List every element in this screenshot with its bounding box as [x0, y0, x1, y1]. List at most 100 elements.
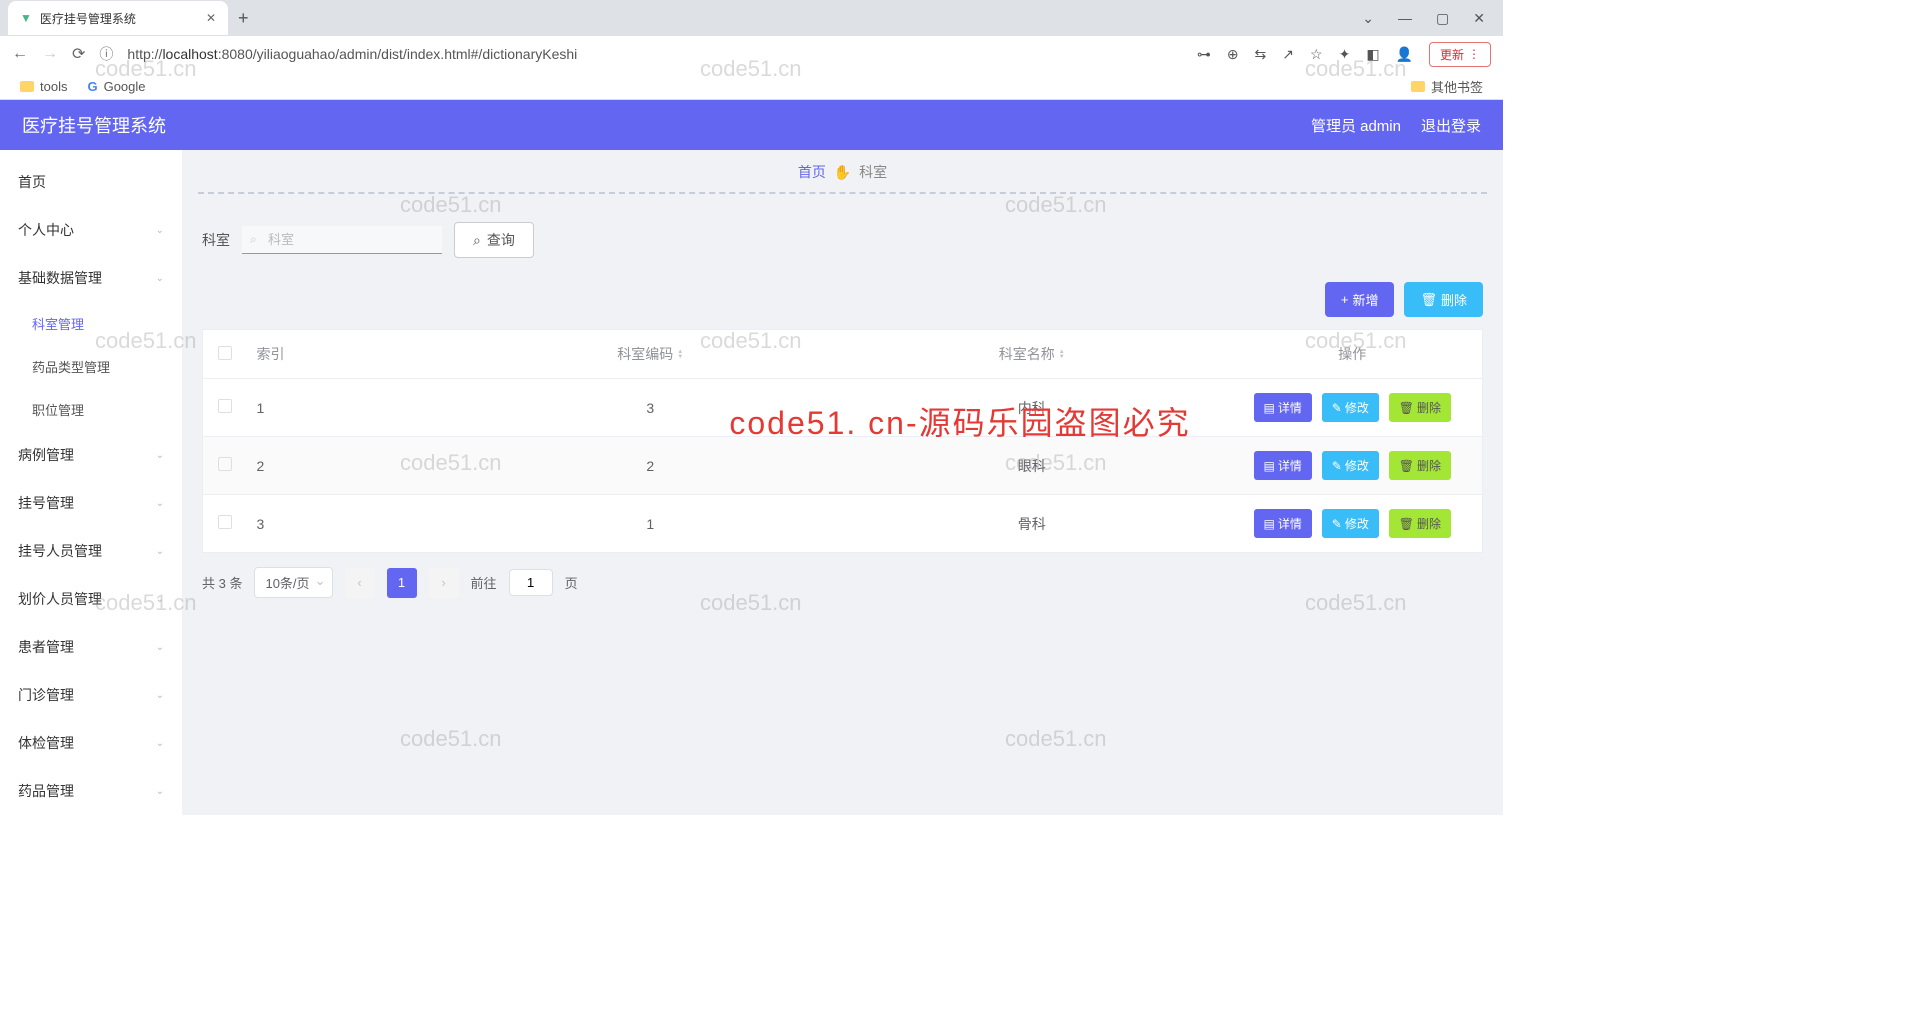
panel-icon[interactable]: ◧ [1366, 46, 1379, 63]
address-bar: ← → ⟳ ⓘ http://localhost:8080/yiliaoguah… [0, 36, 1503, 72]
col-name[interactable]: 科室名称▲▼ [841, 330, 1223, 379]
new-tab-button[interactable]: + [238, 8, 249, 29]
table-row: 1 3 内科 ▤详情 ✎修改 🗑删除 [203, 379, 1483, 437]
sidebar-item[interactable]: 体检管理⌄ [0, 719, 182, 767]
page-number-1[interactable]: 1 [387, 568, 417, 598]
edit-button[interactable]: ✎修改 [1322, 509, 1379, 538]
user-label[interactable]: 管理员 admin [1311, 115, 1401, 136]
row-checkbox[interactable] [218, 399, 232, 413]
chevron-down-icon: ⌄ [156, 498, 164, 509]
google-icon: G [87, 79, 97, 94]
logout-link[interactable]: 退出登录 [1421, 115, 1481, 136]
row-delete-button[interactable]: 🗑删除 [1389, 451, 1451, 480]
sidebar-item[interactable]: 药品管理⌄ [0, 767, 182, 815]
cell-code: 3 [460, 379, 841, 437]
sidebar-item[interactable]: 首页 [0, 158, 182, 206]
profile-icon[interactable]: 👤 [1396, 46, 1413, 63]
sidebar-item[interactable]: 门诊管理⌄ [0, 671, 182, 719]
sidebar-item[interactable]: 个人中心⌄ [0, 206, 182, 254]
detail-button[interactable]: ▤详情 [1254, 393, 1312, 422]
maximize-icon[interactable]: ▢ [1436, 10, 1449, 27]
zoom-icon[interactable]: ⊕ [1227, 46, 1239, 63]
url-display[interactable]: http://localhost:8080/yiliaoguahao/admin… [127, 46, 577, 62]
star-icon[interactable]: ☆ [1310, 46, 1323, 63]
detail-button[interactable]: ▤详情 [1254, 451, 1312, 480]
select-all-checkbox[interactable] [218, 346, 232, 360]
bookmark-other[interactable]: 其他书签 [1411, 77, 1483, 96]
edit-button[interactable]: ✎修改 [1322, 393, 1379, 422]
cell-ops: ▤详情 ✎修改 🗑删除 [1223, 437, 1483, 495]
delete-button[interactable]: 🗑删除 [1404, 282, 1483, 317]
main-content: 首页 ✋ 科室 科室 ⌕ ⌕ 查询 +新增 🗑删除 [182, 150, 1503, 815]
chevron-down-icon: ⌄ [156, 273, 164, 284]
query-button[interactable]: ⌕ 查询 [454, 222, 534, 258]
chevron-down-icon: ⌄ [156, 738, 164, 749]
close-icon[interactable]: ✕ [206, 11, 216, 25]
goto-suffix: 页 [565, 573, 578, 592]
chevron-down-icon: ⌄ [156, 786, 164, 797]
forward-icon[interactable]: → [42, 45, 58, 63]
pagination: 共 3 条 10条/页 ‹ 1 › 前往 页 [202, 567, 1483, 598]
hand-icon: ✋ [834, 164, 851, 180]
cell-index: 2 [247, 437, 460, 495]
goto-input[interactable] [509, 569, 553, 596]
next-page-button[interactable]: › [429, 568, 459, 598]
sidebar-item[interactable]: 挂号人员管理⌄ [0, 527, 182, 575]
cell-ops: ▤详情 ✎修改 🗑删除 [1223, 495, 1483, 553]
col-code[interactable]: 科室编码▲▼ [460, 330, 841, 379]
sidebar-subitem[interactable]: 科室管理 [0, 302, 182, 345]
chevron-down-icon[interactable]: ⌄ [1362, 10, 1374, 27]
folder-icon [20, 81, 34, 92]
trash-icon: 🗑 [1399, 517, 1414, 531]
back-icon[interactable]: ← [12, 45, 28, 63]
minimize-icon[interactable]: — [1398, 10, 1412, 27]
action-row: +新增 🗑删除 [202, 282, 1483, 317]
trash-icon: 🗑 [1399, 459, 1414, 473]
row-delete-button[interactable]: 🗑删除 [1389, 509, 1451, 538]
page-size-select[interactable]: 10条/页 [254, 567, 332, 598]
sidebar-item[interactable]: 挂号管理⌄ [0, 479, 182, 527]
close-window-icon[interactable]: ✕ [1473, 10, 1485, 27]
pencil-icon: ✎ [1332, 459, 1342, 473]
detail-button[interactable]: ▤详情 [1254, 509, 1312, 538]
key-icon[interactable]: ⊶ [1197, 46, 1211, 63]
add-button[interactable]: +新增 [1325, 282, 1395, 317]
translate-icon[interactable]: ⇆ [1255, 46, 1267, 63]
bookmark-google[interactable]: GGoogle [87, 79, 145, 94]
tab-bar: ▼ 医疗挂号管理系统 ✕ + ⌄ — ▢ ✕ [0, 0, 1503, 36]
browser-chrome: ▼ 医疗挂号管理系统 ✕ + ⌄ — ▢ ✕ ← → ⟳ ⓘ http://lo… [0, 0, 1503, 100]
goto-label: 前往 [471, 573, 497, 592]
sidebar-item[interactable]: 基础数据管理⌄ [0, 254, 182, 302]
search-icon: ⌕ [250, 232, 257, 247]
extensions-icon[interactable]: ✦ [1339, 46, 1351, 63]
prev-page-button[interactable]: ‹ [345, 568, 375, 598]
update-button[interactable]: 更新⋮ [1429, 42, 1491, 67]
col-index: 索引 [247, 330, 460, 379]
trash-icon: 🗑 [1399, 401, 1414, 415]
cell-ops: ▤详情 ✎修改 🗑删除 [1223, 379, 1483, 437]
edit-button[interactable]: ✎修改 [1322, 451, 1379, 480]
chevron-down-icon: ⌄ [156, 546, 164, 557]
sidebar-subitem[interactable]: 药品类型管理 [0, 345, 182, 388]
search-input[interactable] [242, 226, 442, 254]
page-total: 共 3 条 [202, 573, 242, 592]
sidebar-item[interactable]: 病例管理⌄ [0, 431, 182, 479]
pencil-icon: ✎ [1332, 517, 1342, 531]
bookmark-tools[interactable]: tools [20, 79, 67, 94]
info-icon[interactable]: ⓘ [99, 44, 113, 64]
app-title: 医疗挂号管理系统 [22, 112, 166, 138]
table-row: 2 2 眼科 ▤详情 ✎修改 🗑删除 [203, 437, 1483, 495]
app-header: 医疗挂号管理系统 管理员 admin 退出登录 [0, 100, 1503, 150]
sidebar-item[interactable]: 划价人员管理⌄ [0, 575, 182, 623]
share-icon[interactable]: ↗ [1282, 46, 1294, 63]
reload-icon[interactable]: ⟳ [72, 44, 85, 64]
browser-tab[interactable]: ▼ 医疗挂号管理系统 ✕ [8, 1, 228, 35]
row-delete-button[interactable]: 🗑删除 [1389, 393, 1451, 422]
sidebar-subitem[interactable]: 职位管理 [0, 388, 182, 431]
sidebar-item[interactable]: 患者管理⌄ [0, 623, 182, 671]
row-checkbox[interactable] [218, 457, 232, 471]
row-checkbox[interactable] [218, 515, 232, 529]
vue-icon: ▼ [20, 11, 32, 25]
sidebar: 首页个人中心⌄基础数据管理⌄科室管理药品类型管理职位管理病例管理⌄挂号管理⌄挂号… [0, 150, 182, 815]
breadcrumb-home[interactable]: 首页 [798, 164, 826, 180]
